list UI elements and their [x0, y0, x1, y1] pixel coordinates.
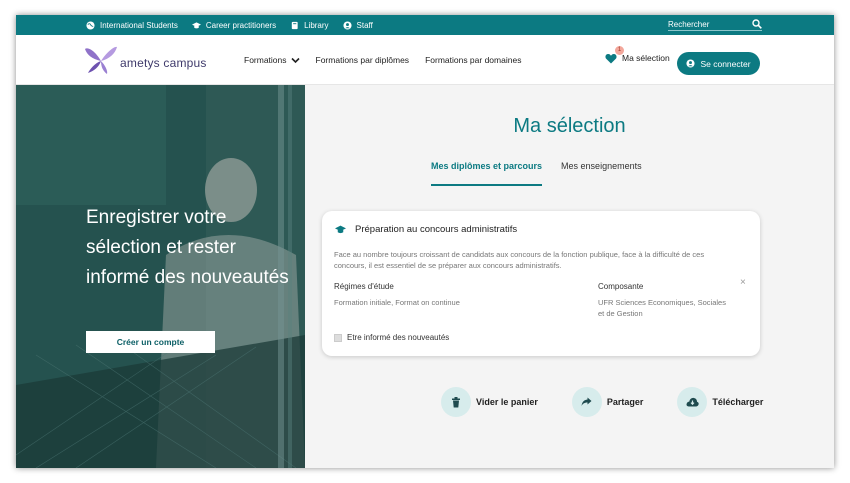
trash-icon-wrap [441, 387, 471, 417]
top-link-career[interactable]: Career practitioners [191, 20, 277, 30]
nav-label: Formations [244, 55, 287, 65]
main-header: ametys campus Formations Formations par … [16, 35, 834, 85]
heart-container: 1 [605, 46, 624, 64]
my-selection-label: Ma sélection [622, 53, 670, 63]
top-link-staff[interactable]: Staff [342, 20, 373, 30]
user-icon [686, 59, 696, 68]
notify-label: Etre informé des nouveautés [347, 333, 450, 342]
remove-card-button[interactable]: × [740, 277, 746, 288]
card-title-row[interactable]: Préparation au concours administratifs [334, 224, 517, 235]
selection-tabs: Mes diplômes et parcours Mes enseignemen… [431, 161, 642, 186]
page-title: Ma sélection [513, 115, 626, 137]
share-icon-wrap [571, 387, 602, 417]
card-description: Face au nombre toujours croissant de can… [334, 250, 705, 270]
nav-formations-diplomes[interactable]: Formations par diplômes [316, 55, 410, 65]
study-regime-label: Régimes d'étude [334, 282, 394, 291]
top-link-label: Career practitioners [205, 20, 277, 30]
tab-enseignements[interactable]: Mes enseignements [561, 161, 642, 186]
chevron-down-icon [290, 57, 300, 63]
search-box [668, 18, 762, 31]
graduation-cap-icon [335, 225, 346, 234]
trash-icon [452, 396, 460, 407]
hero-panel: Enregistrer votre sélection et rester in… [16, 85, 305, 468]
nav-formations-domaines[interactable]: Formations par domaines [425, 55, 521, 65]
selection-count-badge: 1 [615, 46, 624, 55]
brand-name: ametys campus [120, 56, 207, 70]
login-label: Se connecter [700, 58, 751, 69]
action-bar: Vider le panier Partager Télécharger [441, 387, 797, 417]
globe-icon [86, 20, 95, 30]
graduation-cap-icon [191, 21, 201, 28]
tab-diplomes-parcours[interactable]: Mes diplômes et parcours [431, 161, 543, 186]
notify-checkbox-row[interactable]: Etre informé des nouveautés [334, 333, 449, 342]
search-input[interactable] [668, 18, 748, 30]
top-link-label: Staff [356, 20, 373, 30]
top-link-label: Library [304, 20, 329, 30]
share-icon [581, 397, 592, 406]
book-icon [291, 21, 298, 29]
heart-icon [605, 53, 617, 64]
login-button[interactable]: Se connecter [677, 52, 760, 75]
create-account-button[interactable]: Créer un compte [86, 331, 215, 353]
top-bar: International Students Career practition… [16, 15, 834, 35]
butterfly-logo-icon [85, 46, 117, 74]
action-label: Vider le panier [476, 397, 538, 407]
action-label: Partager [606, 397, 644, 407]
download-button[interactable]: Télécharger [677, 387, 763, 417]
my-selection-link[interactable]: 1 Ma sélection [605, 46, 670, 64]
study-regime-value: Formation initiale, Format on continue [334, 298, 460, 307]
action-label: Télécharger [712, 397, 764, 407]
nav-label: Formations par diplômes [315, 55, 410, 65]
selection-content: Ma sélection Mes diplômes et parcours Me… [305, 85, 834, 468]
nav-formations[interactable]: Formations [244, 55, 300, 65]
top-link-label: International Students [100, 20, 178, 30]
nav-label: Formations par domaines [425, 55, 522, 65]
empty-cart-button[interactable]: Vider le panier [441, 387, 538, 417]
download-icon-wrap [677, 387, 708, 417]
card-title: Préparation au concours administratifs [355, 224, 518, 235]
top-link-library[interactable]: Library [290, 20, 329, 30]
browser-frame: International Students Career practition… [16, 15, 834, 468]
search-icon[interactable] [752, 19, 762, 29]
logo[interactable]: ametys campus [84, 45, 207, 75]
user-icon [342, 20, 352, 30]
component-value: UFR Sciences Economiques, Sociales et de… [598, 298, 726, 318]
main-nav: Formations Formations par diplômes Forma… [244, 35, 521, 85]
top-links: International Students Career practition… [86, 15, 373, 35]
program-card: Préparation au concours administratifs F… [322, 211, 760, 356]
download-icon [686, 397, 699, 407]
share-button[interactable]: Partager [571, 387, 644, 417]
hero-headline: Enregistrer votre sélection et rester in… [86, 207, 289, 288]
component-label: Composante [598, 282, 644, 291]
notify-checkbox[interactable] [334, 333, 342, 342]
top-link-international[interactable]: International Students [86, 21, 178, 30]
